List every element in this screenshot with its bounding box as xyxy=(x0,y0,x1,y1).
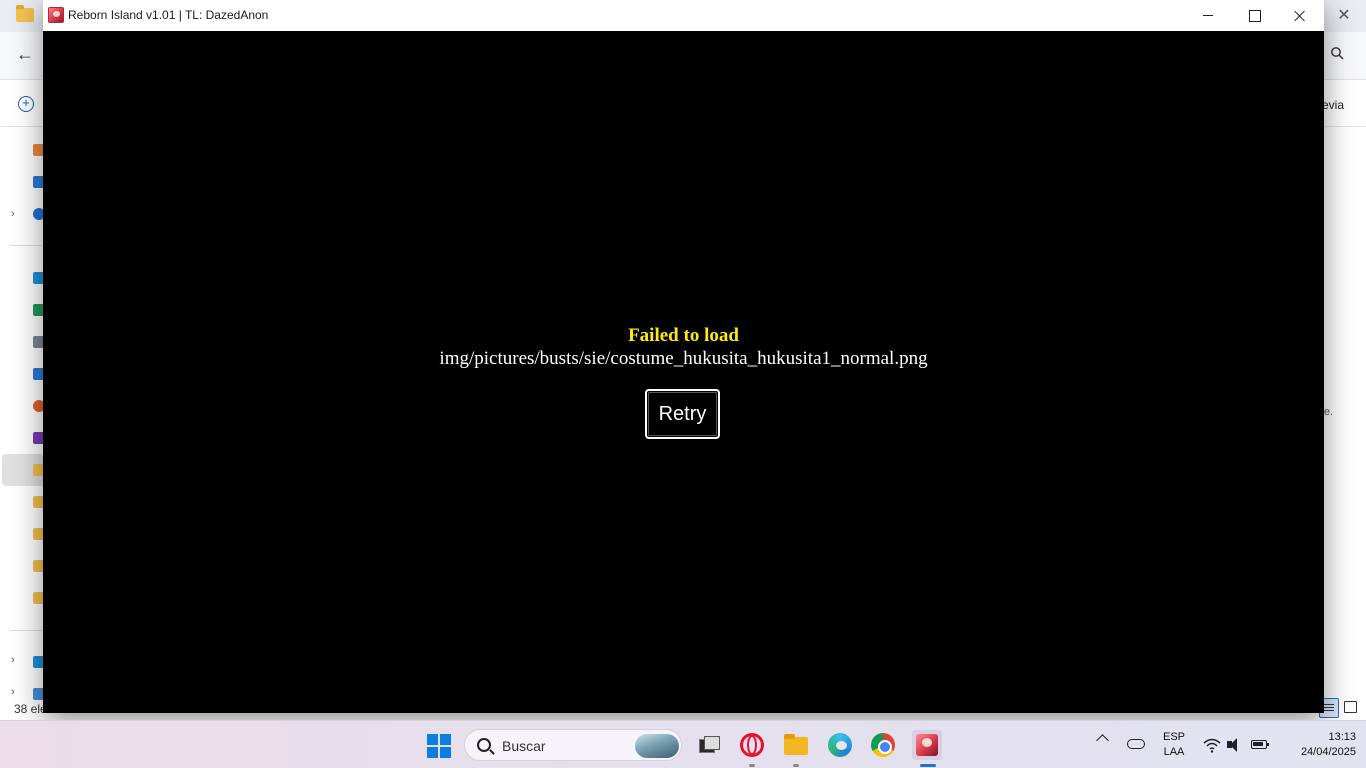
sidebar-divider xyxy=(10,245,45,246)
error-title: Failed to load xyxy=(628,325,739,346)
taskbar: Buscar ESP LAA 13:13 24/04/2025 xyxy=(0,720,1366,768)
language-code: ESP xyxy=(1162,731,1185,743)
clock-date: 24/04/2025 xyxy=(1300,746,1356,758)
chevron-right-icon[interactable]: › xyxy=(11,654,15,666)
explorer-hint-text: e. xyxy=(1323,406,1333,418)
running-indicator xyxy=(793,764,799,767)
file-explorer-icon[interactable] xyxy=(781,730,811,760)
battery-icon[interactable] xyxy=(1251,740,1269,749)
system-clock[interactable]: 13:13 24/04/2025 xyxy=(1276,730,1356,760)
search-icon[interactable] xyxy=(1330,46,1344,60)
search-placeholder: Buscar xyxy=(502,738,546,754)
explorer-close-icon[interactable]: ✕ xyxy=(1332,5,1356,27)
taskbar-search-box[interactable]: Buscar xyxy=(464,729,682,761)
windows-logo-icon xyxy=(427,747,438,758)
load-error-message: Failed to load img/pictures/busts/sie/co… xyxy=(43,324,1324,370)
maximize-button[interactable] xyxy=(1231,0,1277,31)
task-view-icon[interactable] xyxy=(693,730,723,760)
explorer-sidebar: › › › xyxy=(0,128,45,700)
tiles-view-icon[interactable] xyxy=(1344,701,1357,713)
chrome-browser-icon[interactable] xyxy=(868,730,898,760)
windows-logo-icon xyxy=(440,734,451,745)
game-app-icon xyxy=(48,7,64,23)
windows-logo-icon xyxy=(427,734,438,745)
active-app-indicator xyxy=(920,764,936,767)
new-item-icon[interactable]: + xyxy=(18,96,34,112)
folder-icon xyxy=(16,5,34,22)
running-indicator xyxy=(749,764,755,767)
opera-browser-icon[interactable] xyxy=(737,730,767,760)
sidebar-divider xyxy=(10,630,45,631)
clock-time: 13:13 xyxy=(1328,731,1356,743)
volume-icon[interactable] xyxy=(1227,738,1243,752)
onedrive-cloud-icon[interactable] xyxy=(1127,739,1145,749)
window-title: Reborn Island v1.01 | TL: DazedAnon xyxy=(68,8,269,22)
edge-browser-icon[interactable] xyxy=(825,730,855,760)
search-highlight-image[interactable] xyxy=(635,734,679,758)
game-titlebar[interactable]: Reborn Island v1.01 | TL: DazedAnon xyxy=(43,0,1324,31)
back-arrow-icon[interactable]: ← xyxy=(16,44,34,65)
error-file-path: img/pictures/busts/sie/costume_hukusita_… xyxy=(439,348,928,369)
reborn-island-game-icon[interactable] xyxy=(912,730,942,760)
game-canvas[interactable]: Failed to load img/pictures/busts/sie/co… xyxy=(43,31,1324,713)
chevron-right-icon[interactable]: › xyxy=(11,208,15,220)
input-language-indicator[interactable]: ESP LAA xyxy=(1158,730,1190,760)
minimize-button[interactable] xyxy=(1185,0,1231,31)
close-button[interactable] xyxy=(1277,0,1323,31)
game-window: Reborn Island v1.01 | TL: DazedAnon Fail… xyxy=(43,0,1324,713)
chevron-right-icon[interactable]: › xyxy=(11,686,15,698)
windows-logo-icon xyxy=(440,747,451,758)
preview-pane-button[interactable]: evia xyxy=(1322,98,1344,112)
start-button[interactable] xyxy=(427,734,451,758)
retry-button[interactable]: Retry xyxy=(645,389,720,439)
keyboard-layout-code: LAA xyxy=(1163,746,1185,758)
search-icon xyxy=(477,738,491,752)
wifi-icon[interactable] xyxy=(1203,736,1221,754)
show-hidden-icons-chevron-icon[interactable] xyxy=(1096,734,1109,747)
